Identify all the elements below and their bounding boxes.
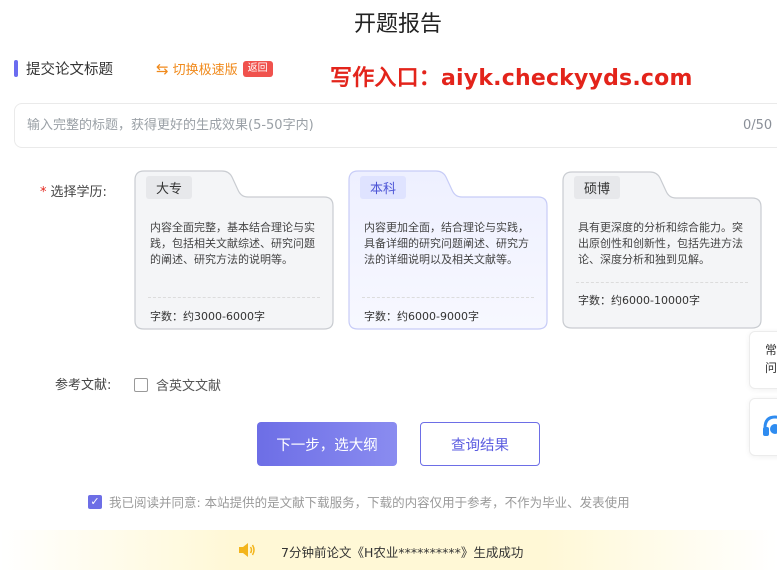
card-word-count: 字数：约6000-10000字 bbox=[578, 294, 700, 307]
card-description: 具有更深度的分析和综合能力。突出原创性和创新性，包括先进方法论、深度分析和独到见… bbox=[578, 221, 743, 266]
query-result-button[interactable]: 查询结果 bbox=[420, 422, 540, 466]
english-reference-checkbox[interactable]: 含英文文献 bbox=[134, 375, 221, 394]
switch-label: 切换极速版 bbox=[172, 63, 238, 78]
card-word-count: 字数：约3000-6000字 bbox=[150, 310, 265, 323]
agreement-checkbox[interactable]: ✓ bbox=[88, 494, 102, 509]
section-accent-bar bbox=[14, 60, 18, 77]
swap-arrows-icon: ⇆ bbox=[156, 59, 169, 78]
title-input-container: 0/50 bbox=[14, 103, 777, 148]
promo-banner-text: 写作入口：aiyk.checkyyds.com bbox=[330, 66, 693, 91]
checkbox-box[interactable] bbox=[134, 377, 148, 392]
title-input[interactable] bbox=[27, 118, 771, 133]
switch-fast-version-link[interactable]: ⇆ 切换极速版 返回 bbox=[156, 59, 273, 78]
agreement-row[interactable]: ✓ 我已阅读并同意: 本站提供的是文献下载服务，下载的内容仅用于参考，不作为毕业… bbox=[88, 492, 630, 511]
card-tab-label: 本科 bbox=[360, 176, 407, 199]
card-divider bbox=[148, 297, 320, 298]
back-badge[interactable]: 返回 bbox=[242, 60, 273, 77]
faq-float-button[interactable]: 常 问 bbox=[749, 331, 777, 389]
page-title: 开题报告 bbox=[353, 12, 442, 37]
notice-text: 7分钟前论文《H农业**********》生成成功 bbox=[281, 545, 524, 560]
education-card-benke[interactable]: 本科 内容更加全面，结合理论与实践，具备详细的研究问题阐述、研究方法的详细说明以… bbox=[348, 170, 548, 330]
section-label: 提交论文标题 bbox=[26, 62, 113, 78]
section-header: 提交论文标题 bbox=[14, 58, 113, 79]
checkbox-label: 含英文文献 bbox=[156, 379, 222, 394]
speaker-icon bbox=[239, 543, 255, 557]
education-label: * 选择学历: bbox=[40, 181, 107, 200]
education-card-zhuanke[interactable]: 大专 内容全面完整，基本结合理论与实践，包括相关文献综述、研究问题的阐述、研究方… bbox=[134, 170, 334, 330]
char-counter: 0/50 bbox=[743, 118, 773, 133]
card-description: 内容更加全面，结合理论与实践，具备详细的研究问题阐述、研究方法的详细说明以及相关… bbox=[364, 221, 529, 266]
required-mark: * bbox=[40, 185, 47, 200]
headset-icon bbox=[763, 415, 777, 436]
agreement-text: 我已阅读并同意: 本站提供的是文献下载服务，下载的内容仅用于参考，不作为毕业、发… bbox=[109, 495, 630, 510]
card-description: 内容全面完整，基本结合理论与实践，包括相关文献综述、研究问题的阐述、研究方法的说… bbox=[150, 221, 315, 266]
card-word-count: 字数：约6000-9000字 bbox=[364, 310, 479, 323]
card-tab-label: 大专 bbox=[146, 176, 193, 199]
next-step-button[interactable]: 下一步，选大纲 bbox=[257, 422, 397, 466]
card-divider bbox=[362, 297, 534, 298]
education-card-shuobo[interactable]: 硕博 具有更深度的分析和综合能力。突出原创性和创新性，包括先进方法论、深度分析和… bbox=[562, 170, 762, 329]
card-divider bbox=[576, 282, 748, 283]
card-tab-label: 硕博 bbox=[574, 176, 621, 199]
reference-label: 参考文献: bbox=[55, 378, 112, 393]
faq-line-1: 常 bbox=[765, 343, 777, 357]
faq-line-2: 问 bbox=[765, 361, 777, 375]
education-label-text: 选择学历: bbox=[50, 185, 107, 200]
notice-bar: 7分钟前论文《H农业**********》生成成功 bbox=[0, 530, 777, 570]
customer-service-float-button[interactable] bbox=[749, 398, 777, 456]
